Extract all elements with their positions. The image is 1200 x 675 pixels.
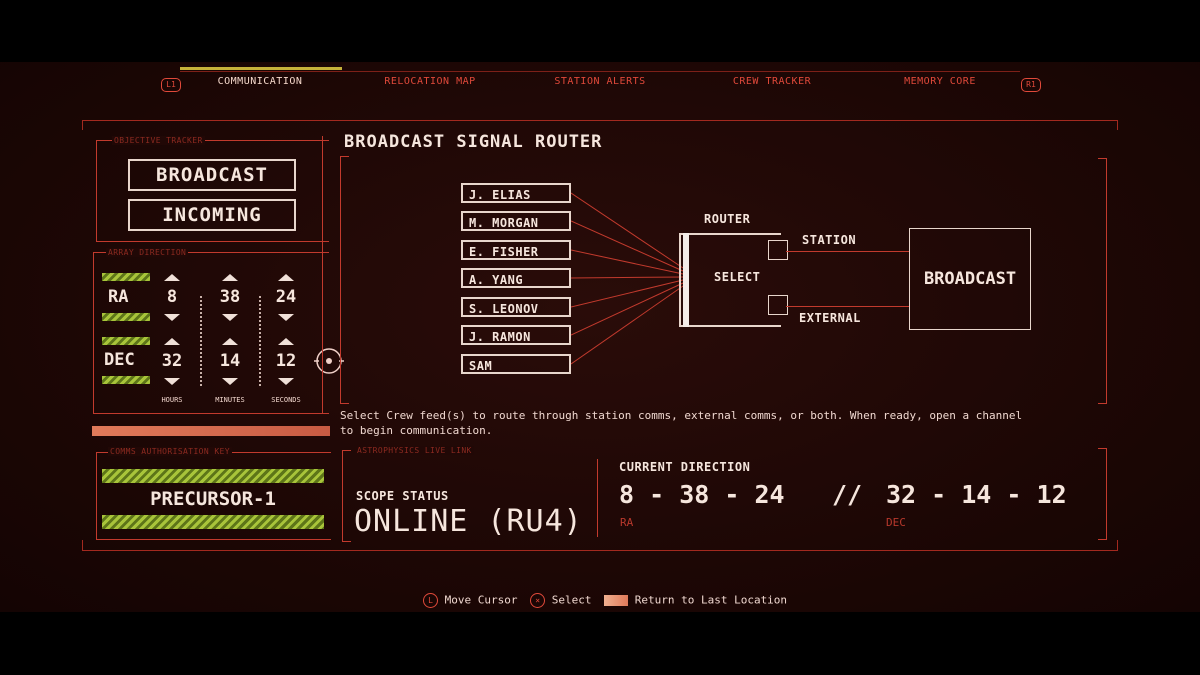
dec-label: DEC — [104, 350, 135, 370]
router-label: ROUTER — [704, 212, 751, 226]
external-port — [768, 295, 788, 315]
astro-bracket-right — [1098, 448, 1107, 540]
stepper-divider — [259, 296, 261, 386]
ra-stripe-bottom — [102, 313, 150, 321]
tab-communication[interactable]: COMMUNICATION — [200, 76, 320, 87]
tab-memory-core[interactable]: MEMORY CORE — [880, 76, 1000, 87]
crew-item-leonov[interactable]: S. LEONOV — [461, 297, 571, 317]
crew-item-morgan[interactable]: M. MORGAN — [461, 211, 571, 231]
ra-caption: RA — [620, 516, 634, 529]
dec-hours-down-icon[interactable] — [164, 378, 180, 385]
dec-seconds-value: 12 — [275, 351, 297, 371]
tab-station-alerts[interactable]: STATION ALERTS — [540, 76, 660, 87]
auth-stripe-bottom — [102, 515, 324, 529]
ra-seconds-value: 24 — [275, 287, 297, 307]
auth-key-value: PRECURSOR-1 — [150, 488, 276, 510]
router-help-text: Select Crew feed(s) to route through sta… — [340, 408, 1040, 438]
routing-lines — [571, 192, 684, 365]
astro-label: ASTROPHYSICS LIVE LINK — [355, 446, 474, 455]
current-dec-value: 32 - 14 - 12 — [886, 480, 1067, 509]
ra-seconds-down-icon[interactable] — [278, 314, 294, 321]
dec-stripe-top — [102, 337, 150, 345]
ra-minutes-value: 38 — [219, 287, 241, 307]
cross-button-icon: × — [530, 593, 546, 608]
objective-broadcast-button[interactable]: BROADCAST — [128, 159, 296, 191]
current-direction-label: CURRENT DIRECTION — [619, 460, 751, 474]
router-frame-left — [322, 136, 323, 414]
direction-separator: // — [832, 480, 863, 509]
dec-minutes-down-icon[interactable] — [222, 378, 238, 385]
astro-bracket-left — [342, 450, 351, 542]
objective-label: OBJECTIVE TRACKER — [112, 136, 205, 145]
ra-hours-down-icon[interactable] — [164, 314, 180, 321]
terminal-screen: L1 COMMUNICATION RELOCATION MAP STATION … — [0, 62, 1200, 612]
touchpad-icon — [604, 595, 629, 606]
auth-stripe-top — [102, 469, 324, 483]
help-line-1: Select Crew feed(s) to route through sta… — [340, 409, 1023, 422]
station-line — [786, 251, 910, 252]
station-label[interactable]: STATION — [802, 233, 856, 247]
current-ra-value: 8 - 38 - 24 — [619, 480, 785, 509]
crew-item-elias[interactable]: J. ELIAS — [461, 183, 571, 203]
crew-item-sam[interactable]: SAM — [461, 354, 571, 374]
dec-caption: DEC — [886, 516, 906, 529]
external-line — [786, 306, 910, 307]
select-hint: Select — [551, 593, 592, 607]
astro-divider — [597, 459, 598, 537]
ra-seconds-up-icon[interactable] — [278, 274, 294, 281]
crew-item-ramon[interactable]: J. RAMON — [461, 325, 571, 345]
frame-corner — [82, 540, 83, 550]
crew-item-fisher[interactable]: E. FISHER — [461, 240, 571, 260]
scope-status-value: ONLINE (RU4) — [354, 504, 583, 539]
left-stick-icon: L — [423, 593, 438, 608]
crew-item-yang[interactable]: A. YANG — [461, 268, 571, 288]
left-bumper-icon[interactable]: L1 — [161, 78, 181, 92]
array-direction-label: ARRAY DIRECTION — [106, 248, 189, 257]
dec-minutes-value: 14 — [219, 351, 241, 371]
dec-hours-value: 32 — [161, 351, 183, 371]
router-select-label[interactable]: SELECT — [714, 270, 760, 284]
unit-hours: HOURS — [161, 396, 183, 404]
active-tab-indicator — [180, 67, 342, 70]
router-title: BROADCAST SIGNAL ROUTER — [344, 132, 603, 152]
dec-seconds-down-icon[interactable] — [278, 378, 294, 385]
frame-corner — [1117, 120, 1118, 130]
stepper-divider — [200, 296, 202, 386]
router-input-bar — [683, 233, 689, 327]
frame-top — [82, 120, 1118, 121]
station-port — [768, 240, 788, 260]
tab-divider — [180, 71, 1020, 72]
router-bracket-left — [340, 156, 349, 404]
auth-key-label: COMMS AUTHORISATION KEY — [108, 447, 232, 456]
ra-stripe-top — [102, 273, 150, 281]
ra-minutes-up-icon[interactable] — [222, 274, 238, 281]
frame-bottom — [82, 550, 1118, 551]
section-divider-bar — [92, 426, 330, 436]
ra-minutes-down-icon[interactable] — [222, 314, 238, 321]
ra-hours-value: 8 — [166, 287, 178, 307]
frame-corner — [82, 120, 83, 130]
dec-stripe-bottom — [102, 376, 150, 384]
return-hint[interactable]: Return to Last Location — [635, 594, 787, 607]
dec-hours-up-icon[interactable] — [164, 338, 180, 345]
ra-hours-up-icon[interactable] — [164, 274, 180, 281]
objective-incoming-button[interactable]: INCOMING — [128, 199, 296, 231]
dec-minutes-up-icon[interactable] — [222, 338, 238, 345]
footer-controls: L Move Cursor × Select Return to Last Lo… — [423, 593, 787, 608]
dec-seconds-up-icon[interactable] — [278, 338, 294, 345]
tab-relocation-map[interactable]: RELOCATION MAP — [370, 76, 490, 87]
router-bracket-right — [1098, 158, 1107, 404]
right-bumper-icon[interactable]: R1 — [1021, 78, 1041, 92]
broadcast-target-box[interactable]: BROADCAST — [909, 228, 1031, 330]
ra-label: RA — [108, 287, 129, 307]
tab-crew-tracker[interactable]: CREW TRACKER — [712, 76, 832, 87]
move-cursor-hint: Move Cursor — [444, 593, 518, 607]
unit-seconds: SECONDS — [271, 396, 301, 404]
unit-minutes: MINUTES — [215, 396, 245, 404]
scope-status-label: SCOPE STATUS — [356, 489, 449, 503]
external-label[interactable]: EXTERNAL — [799, 311, 861, 325]
help-line-2: to begin communication. — [340, 424, 493, 437]
frame-corner — [1117, 540, 1118, 550]
